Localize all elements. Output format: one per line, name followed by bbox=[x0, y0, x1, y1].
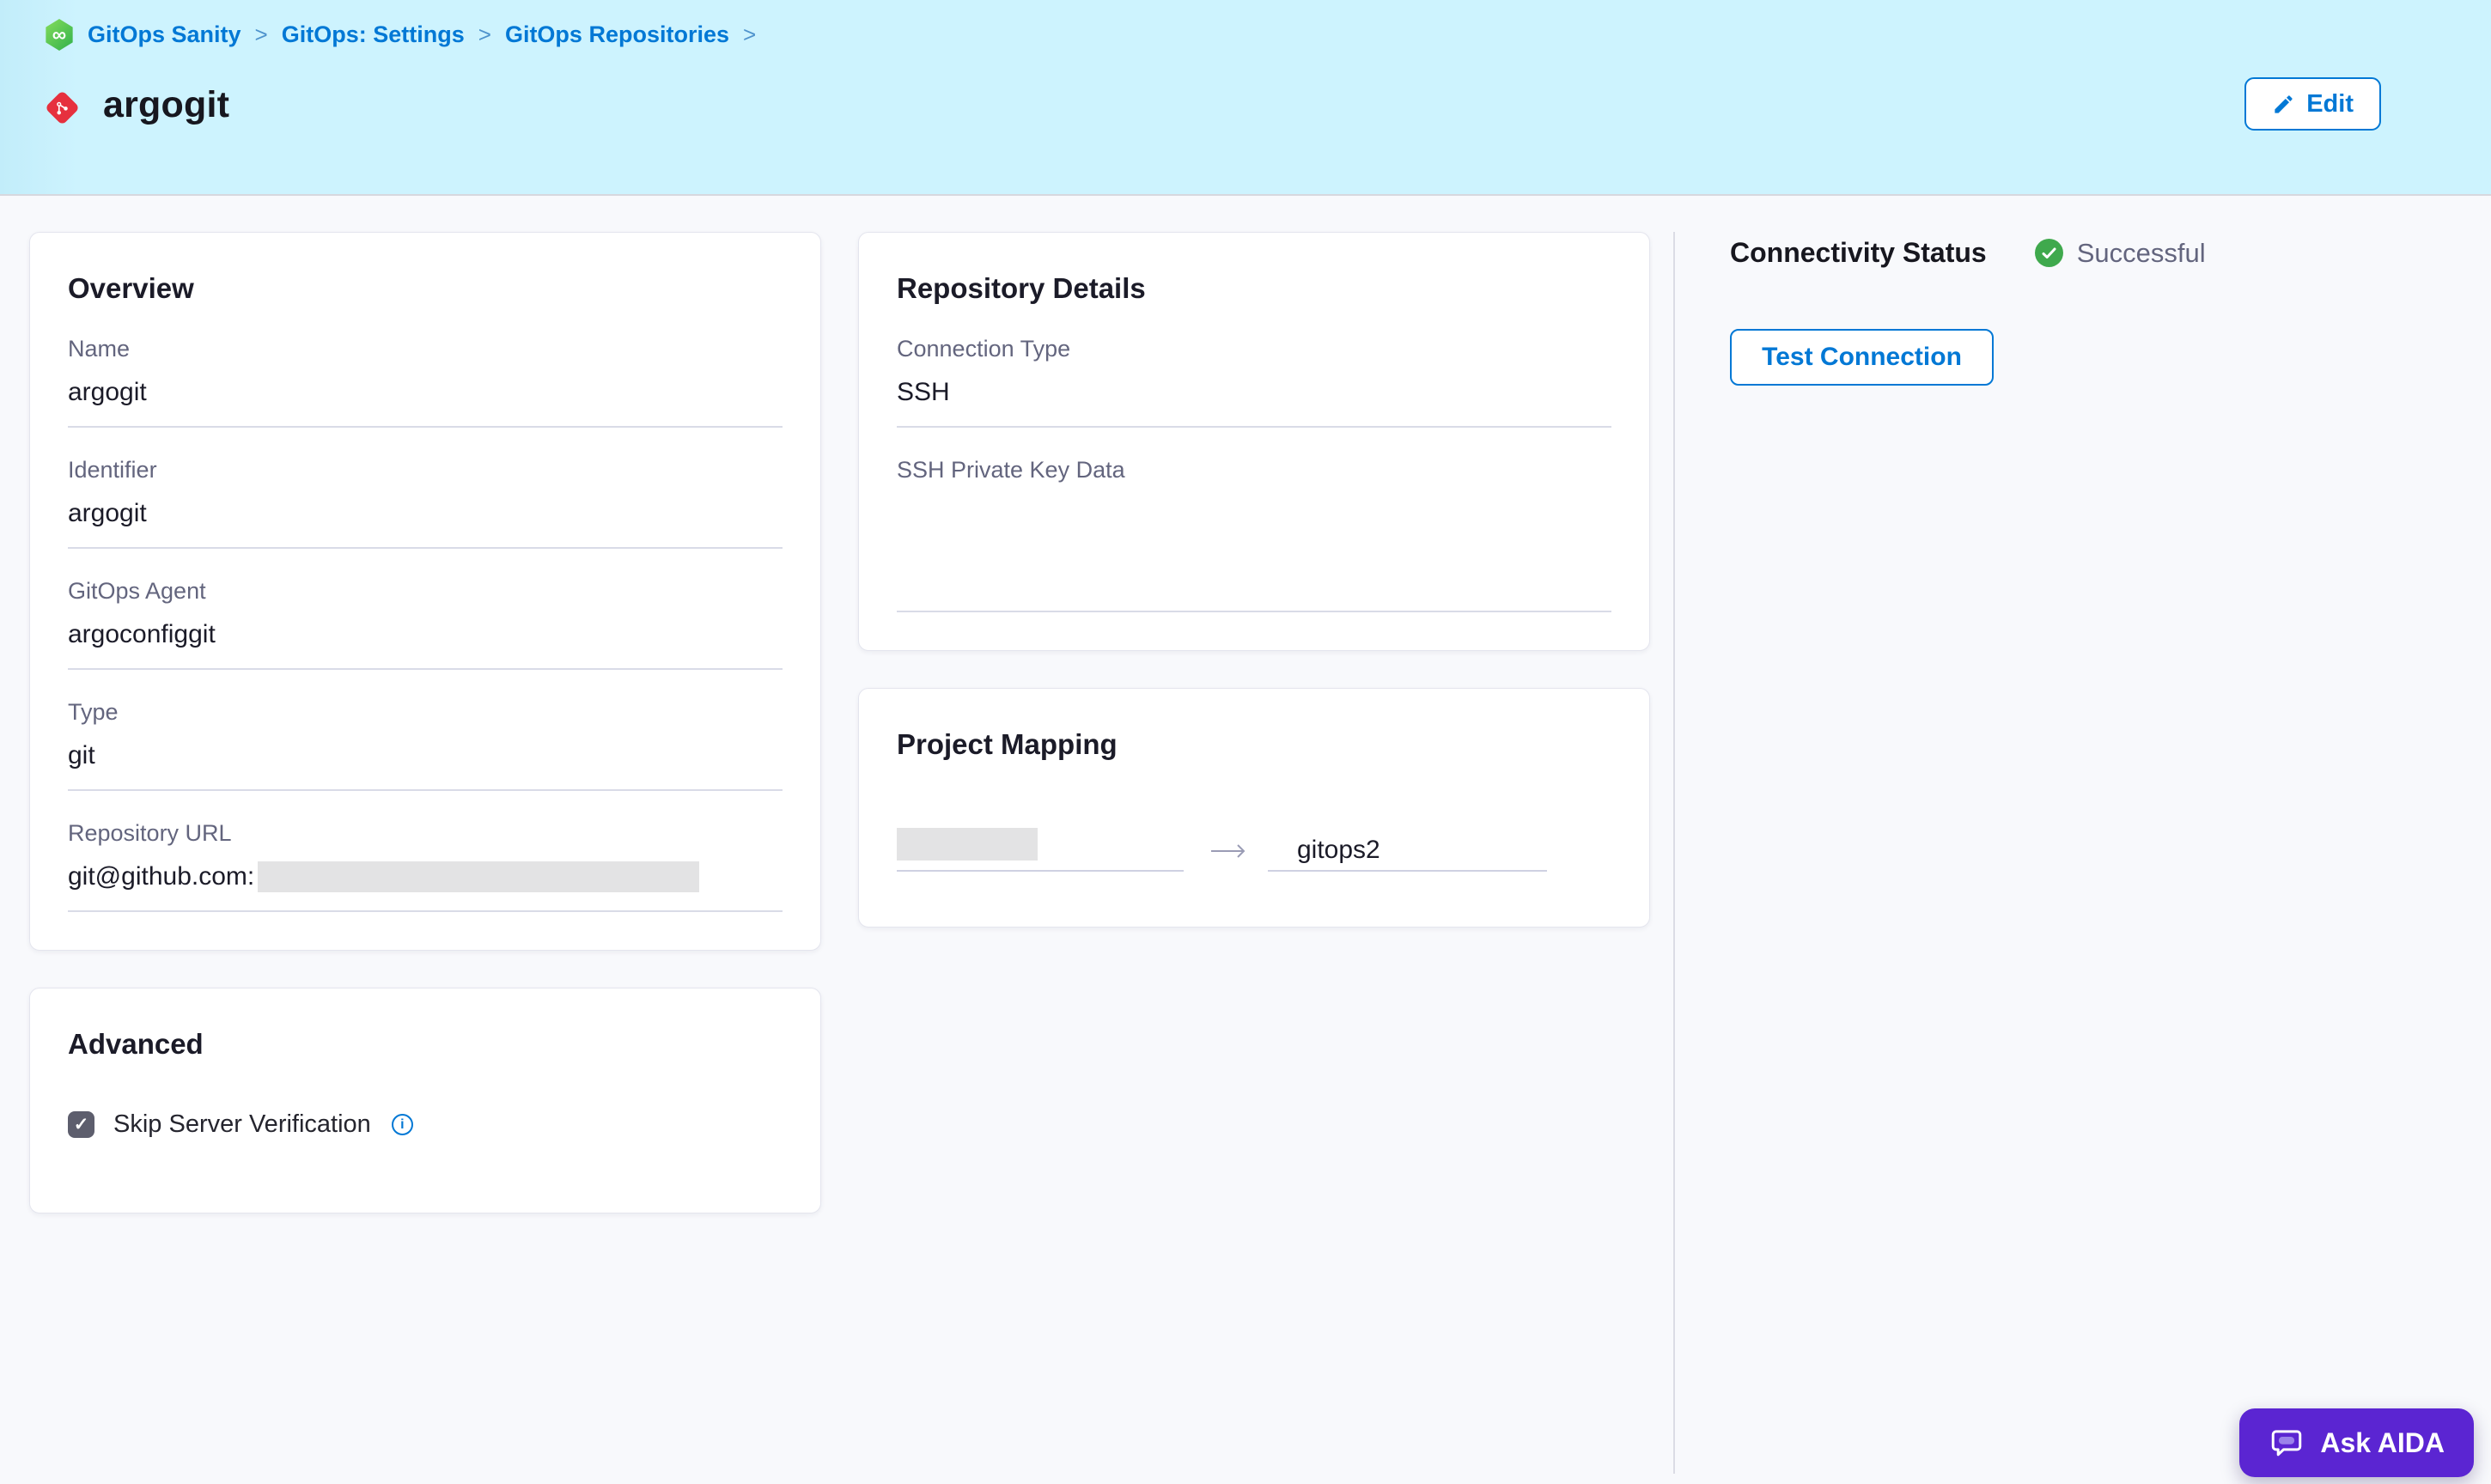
connectivity-status-title: Connectivity Status bbox=[1730, 237, 1987, 268]
field-name: Name argogit bbox=[68, 336, 783, 428]
info-icon[interactable]: i bbox=[391, 1114, 413, 1135]
page-title: argogit bbox=[103, 84, 230, 125]
skip-server-verification-checkbox[interactable]: ✓ bbox=[68, 1111, 94, 1138]
repository-details-title: Repository Details bbox=[897, 272, 1146, 304]
status-badge: Successful bbox=[2034, 237, 2206, 269]
ask-aida-button[interactable]: Ask AIDA bbox=[2239, 1408, 2474, 1477]
connectivity-panel: Connectivity Status Successful Test Conn… bbox=[1730, 237, 2434, 386]
breadcrumb: ∞ GitOps Sanity > GitOps: Settings > Git… bbox=[45, 19, 756, 51]
chevron-right-icon: > bbox=[743, 21, 757, 47]
arrow-right-icon bbox=[1209, 841, 1247, 861]
project-mapping-row: gitops2 bbox=[897, 828, 1611, 872]
page-header: ∞ GitOps Sanity > GitOps: Settings > Git… bbox=[0, 0, 2491, 196]
chevron-right-icon: > bbox=[254, 21, 268, 47]
breadcrumb-item-repositories[interactable]: GitOps Repositories bbox=[505, 21, 729, 48]
field-value: git bbox=[68, 741, 95, 769]
repository-url-value: git@github.com: bbox=[68, 862, 255, 891]
gitops-icon: ∞ bbox=[46, 19, 73, 51]
test-connection-button[interactable]: Test Connection bbox=[1730, 329, 1994, 386]
field-value: SSH bbox=[897, 378, 950, 406]
field-label: SSH Private Key Data bbox=[897, 457, 1125, 483]
success-check-icon bbox=[2034, 239, 2063, 267]
project-mapping-card: Project Mapping gitops2 bbox=[858, 688, 1650, 928]
field-value: argoconfiggit bbox=[68, 620, 216, 648]
edit-button[interactable]: Edit bbox=[2244, 77, 2381, 131]
field-value: argogit bbox=[68, 378, 147, 406]
breadcrumb-item-project[interactable]: GitOps Sanity bbox=[88, 21, 241, 48]
field-repository-url: Repository URL git@github.com: bbox=[68, 820, 783, 912]
status-text: Successful bbox=[2076, 237, 2206, 268]
field-label: Repository URL bbox=[68, 820, 232, 846]
field-label: Type bbox=[68, 699, 119, 725]
field-gitops-agent: GitOps Agent argoconfiggit bbox=[68, 578, 783, 670]
field-label: Connection Type bbox=[897, 336, 1071, 362]
edit-button-label: Edit bbox=[2306, 89, 2354, 118]
field-label: Identifier bbox=[68, 457, 157, 483]
redacted-source-block bbox=[897, 828, 1038, 861]
advanced-card: Advanced ✓ Skip Server Verification i bbox=[29, 988, 821, 1213]
mapping-source-field bbox=[897, 828, 1184, 872]
repository-details-card: Repository Details Connection Type SSH S… bbox=[858, 232, 1650, 651]
mapping-target-field: gitops2 bbox=[1268, 836, 1547, 872]
pencil-icon bbox=[2272, 93, 2295, 116]
main-content: Overview Name argogit Identifier argogit… bbox=[0, 196, 2491, 1484]
ask-aida-label: Ask AIDA bbox=[2320, 1426, 2445, 1458]
skip-server-verification-label: Skip Server Verification bbox=[113, 1110, 371, 1138]
git-repo-icon bbox=[44, 89, 81, 125]
redacted-url-block bbox=[258, 861, 700, 892]
chevron-right-icon: > bbox=[478, 21, 491, 47]
chat-bubble-icon bbox=[2269, 1425, 2305, 1461]
overview-card: Overview Name argogit Identifier argogit… bbox=[29, 232, 821, 951]
field-identifier: Identifier argogit bbox=[68, 457, 783, 549]
field-ssh-private-key: SSH Private Key Data bbox=[897, 457, 1611, 612]
vertical-divider bbox=[1673, 232, 1675, 1474]
overview-title: Overview bbox=[68, 272, 194, 304]
project-mapping-title: Project Mapping bbox=[897, 728, 1118, 760]
field-value: argogit bbox=[68, 499, 147, 527]
field-value bbox=[897, 497, 1611, 593]
advanced-title: Advanced bbox=[68, 1028, 204, 1060]
field-label: GitOps Agent bbox=[68, 578, 206, 604]
field-connection-type: Connection Type SSH bbox=[897, 336, 1611, 428]
title-row: argogit bbox=[44, 84, 230, 126]
field-type: Type git bbox=[68, 699, 783, 791]
breadcrumb-item-settings[interactable]: GitOps: Settings bbox=[282, 21, 465, 48]
field-label: Name bbox=[68, 336, 131, 362]
